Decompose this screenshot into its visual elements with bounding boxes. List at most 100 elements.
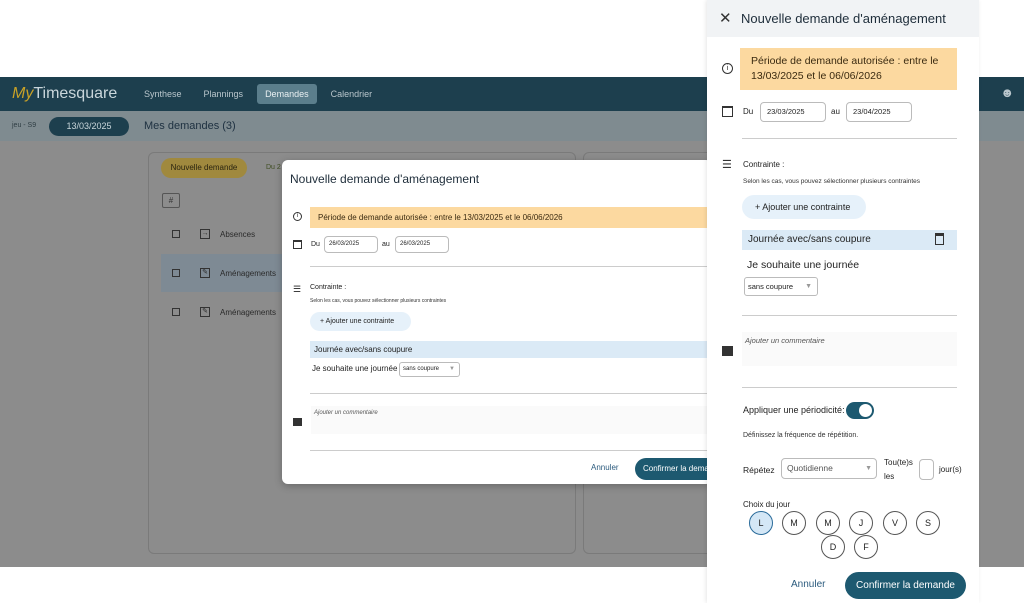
chevron-down-icon: ▼ xyxy=(449,366,455,372)
absence-icon: → xyxy=(200,229,210,239)
day-button-m2[interactable]: M xyxy=(816,511,840,535)
date-from-input[interactable]: 26/03/2025 xyxy=(324,236,378,253)
frequency-help: Définissez la fréquence de répétition. xyxy=(743,432,859,439)
frequency-select[interactable]: Quotidienne ▼ xyxy=(781,458,877,479)
cut-select-value: sans coupure xyxy=(748,282,794,291)
day-choice-label: Choix du jour xyxy=(743,500,791,509)
cut-select-value: sans coupure xyxy=(403,366,440,372)
day-button-m[interactable]: M xyxy=(782,511,806,535)
toggle-knob xyxy=(859,404,872,417)
close-icon[interactable]: ✕ xyxy=(719,9,732,27)
from-label: Du xyxy=(743,107,754,116)
constraint-help: Selon les cas, vous pouvez sélectionner … xyxy=(310,298,447,304)
edit-icon: ✎ xyxy=(200,268,210,278)
divider xyxy=(310,450,712,451)
trash-icon[interactable] xyxy=(935,233,944,245)
date-to-input[interactable]: 26/03/2025 xyxy=(395,236,449,253)
divider xyxy=(310,266,712,267)
row-checkbox[interactable] xyxy=(172,230,180,238)
drawer-title: Nouvelle demande d'aménagement xyxy=(741,11,946,26)
divider xyxy=(310,393,712,394)
add-constraint-button[interactable]: + Ajouter une contrainte xyxy=(742,195,866,219)
day-button-v[interactable]: V xyxy=(883,511,907,535)
grid-icon[interactable]: # xyxy=(162,193,180,208)
calendar-icon xyxy=(293,240,302,249)
request-drawer: ✕ Nouvelle demande d'aménagement i Pério… xyxy=(707,0,979,603)
main-nav: Synthese Plannings Demandes Calendrier xyxy=(136,77,386,111)
constraint-label: Contrainte : xyxy=(743,160,785,169)
date-pill[interactable]: 13/03/2025 xyxy=(49,117,129,136)
days-unit-label: jour(s) xyxy=(939,465,962,474)
sliders-icon: ☰ xyxy=(293,284,302,294)
week-label: jeu - S9 xyxy=(12,122,37,129)
list-item[interactable]: ✎ Aménagements xyxy=(161,293,291,331)
drawer-header: ✕ Nouvelle demande d'aménagement xyxy=(707,0,979,37)
cancel-button[interactable]: Annuler xyxy=(591,463,619,472)
confirm-button[interactable]: Confirmer la demande xyxy=(845,572,966,599)
app-logo[interactable]: MyTimesquare xyxy=(12,85,117,103)
info-icon: i xyxy=(293,212,302,221)
from-label: Du xyxy=(311,241,320,248)
periodicity-toggle[interactable] xyxy=(846,402,874,419)
request-modal: Nouvelle demande d'aménagement i Période… xyxy=(282,160,712,484)
chevron-down-icon: ▼ xyxy=(805,283,812,290)
divider xyxy=(742,387,957,388)
edit-icon: ✎ xyxy=(200,307,210,317)
to-label: au xyxy=(382,241,390,248)
page-title: Mes demandes (3) xyxy=(144,120,236,132)
day-button-d[interactable]: D xyxy=(821,535,845,559)
nav-calendrier[interactable]: Calendrier xyxy=(323,84,381,104)
constraint-item: Journée avec/sans coupure xyxy=(742,230,957,250)
list-item-label: Aménagements xyxy=(220,307,277,317)
new-request-button[interactable]: Nouvelle demande xyxy=(161,158,247,178)
list-item[interactable]: → Absences xyxy=(161,215,291,253)
modal-title: Nouvelle demande d'aménagement xyxy=(290,172,480,186)
day-button-j[interactable]: J xyxy=(849,511,873,535)
comment-icon xyxy=(293,418,302,426)
nav-demandes[interactable]: Demandes xyxy=(257,84,317,104)
list-item[interactable]: ✎ Aménagements xyxy=(161,254,291,292)
frequency-value: Quotidienne xyxy=(787,463,833,473)
cancel-button[interactable]: Annuler xyxy=(791,579,825,590)
info-icon: i xyxy=(722,63,733,74)
list-item-label: Aménagements xyxy=(220,268,277,278)
wish-label: Je souhaite une journée xyxy=(747,259,860,271)
wish-label: Je souhaite une journée xyxy=(312,364,398,373)
periodicity-label: Appliquer une périodicité: xyxy=(743,405,845,415)
day-button-f[interactable]: F xyxy=(854,535,878,559)
comment-input[interactable]: Ajouter un commentaire xyxy=(742,332,957,366)
add-constraint-button[interactable]: + Ajouter une contrainte xyxy=(310,312,411,331)
calendar-icon xyxy=(722,106,733,117)
chevron-down-icon: ▼ xyxy=(865,465,872,472)
row-checkbox[interactable] xyxy=(172,308,180,316)
add-constraint-label: Ajouter une contrainte xyxy=(762,202,851,212)
constraint-help: Selon les cas, vous pouvez sélectionner … xyxy=(743,178,921,185)
filter-label: Du 2 xyxy=(266,164,281,171)
period-alert: Période de demande autorisée : entre le … xyxy=(740,48,957,90)
nav-plannings[interactable]: Plannings xyxy=(196,84,252,104)
constraint-item: Journée avec/sans coupure xyxy=(310,341,712,358)
comment-icon xyxy=(722,346,733,356)
cut-select[interactable]: sans coupure ▼ xyxy=(399,362,460,377)
confirm-button[interactable]: Confirmer la demande xyxy=(635,458,712,480)
interval-input[interactable] xyxy=(919,459,934,480)
to-label: au xyxy=(831,107,840,116)
list-item-label: Absences xyxy=(220,229,256,239)
day-button-s[interactable]: S xyxy=(916,511,940,535)
divider xyxy=(742,138,957,139)
user-icon[interactable]: ☻ xyxy=(1000,85,1014,100)
date-to-input[interactable]: 23/04/2025 xyxy=(846,102,912,122)
every-label: Tou(te)s les xyxy=(884,458,913,481)
sliders-icon: ☰ xyxy=(722,159,732,171)
row-checkbox[interactable] xyxy=(172,269,180,277)
day-button-l[interactable]: L xyxy=(749,511,773,535)
comment-input[interactable]: Ajouter un commentaire xyxy=(311,406,712,434)
cut-select[interactable]: sans coupure ▼ xyxy=(744,277,818,296)
divider xyxy=(742,315,957,316)
add-constraint-label: Ajouter une contrainte xyxy=(325,318,395,325)
nav-synthese[interactable]: Synthese xyxy=(136,84,190,104)
period-alert: Période de demande autorisée : entre le … xyxy=(310,207,712,228)
constraint-label: Contrainte : xyxy=(310,284,347,291)
date-from-input[interactable]: 23/03/2025 xyxy=(760,102,826,122)
repeat-label: Répétez xyxy=(743,465,775,475)
